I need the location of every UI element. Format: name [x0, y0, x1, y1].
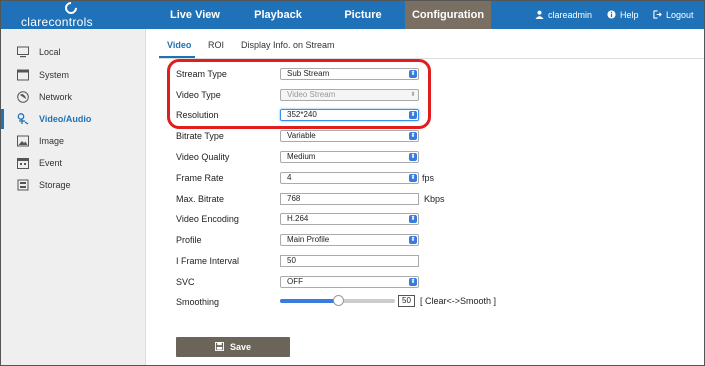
save-button[interactable]: Save — [176, 337, 290, 357]
max-bitrate-label: Max. Bitrate — [176, 194, 225, 204]
help-label: Help — [620, 10, 639, 20]
bitrate-type-value: Variable — [287, 131, 316, 140]
sidebar-item-label: Video/Audio — [39, 114, 92, 124]
tab-display-info[interactable]: Display Info. on Stream — [241, 40, 335, 56]
sidebar-item-label: System — [39, 70, 70, 80]
dropdown-arrow-icon: ⬍ — [409, 132, 417, 140]
save-icon — [214, 342, 224, 351]
video-encoding-value: H.264 — [287, 214, 309, 223]
brand-name: clarecontrols — [21, 15, 93, 29]
profile-select[interactable]: Main Profile ⬍ — [280, 234, 419, 246]
max-bitrate-unit: Kbps — [424, 194, 445, 204]
dropdown-arrow-icon: ⬍ — [409, 236, 417, 244]
svc-select[interactable]: OFF ⬍ — [280, 276, 419, 288]
nav-configuration[interactable]: Configuration — [405, 1, 491, 29]
storage-icon — [17, 179, 29, 191]
logout-icon — [653, 10, 662, 19]
sidebar-item-label: Local — [39, 47, 61, 57]
dropdown-arrow-icon: ⬍ — [409, 215, 417, 223]
smoothing-slider-fill — [280, 299, 338, 303]
svc-value: OFF — [287, 277, 303, 286]
video-quality-select[interactable]: Medium ⬍ — [280, 151, 419, 163]
svc-label: SVC — [176, 277, 195, 287]
sidebar-item-label: Storage — [39, 180, 71, 190]
tab-roi[interactable]: ROI — [208, 40, 224, 56]
smoothing-value[interactable]: 50 — [398, 295, 415, 307]
help-link[interactable]: Help — [607, 1, 639, 29]
video-quality-label: Video Quality — [176, 152, 230, 162]
info-icon — [607, 10, 616, 19]
sidebar-item-local[interactable]: Local — [1, 42, 146, 62]
video-encoding-select[interactable]: H.264 ⬍ — [280, 213, 419, 225]
top-navbar: clarecontrols Live View Playback Picture… — [1, 1, 704, 29]
bitrate-type-select[interactable]: Variable ⬍ — [280, 130, 419, 142]
dropdown-arrow-icon: ⬍ — [409, 153, 417, 161]
mic-icon — [17, 113, 29, 125]
tab-video[interactable]: Video — [167, 40, 191, 56]
window-icon — [17, 69, 29, 81]
brand-logo: clarecontrols — [1, 1, 146, 29]
app-window: clarecontrols Live View Playback Picture… — [0, 0, 705, 366]
sidebar-item-event[interactable]: Event — [1, 153, 146, 173]
i-frame-interval-input[interactable]: 50 — [280, 255, 419, 267]
logout-link[interactable]: Logout — [653, 1, 694, 29]
sidebar-item-label: Event — [39, 158, 63, 168]
smoothing-slider-thumb[interactable] — [332, 295, 344, 306]
frame-rate-value: 4 — [287, 173, 292, 182]
logout-label: Logout — [666, 10, 694, 20]
calendar-icon — [17, 158, 29, 169]
nav-picture[interactable]: Picture — [319, 1, 407, 29]
profile-value: Main Profile — [287, 235, 330, 244]
video-encoding-label: Video Encoding — [176, 214, 239, 224]
i-frame-interval-label: I Frame Interval — [176, 256, 240, 266]
dropdown-arrow-icon: ⬍ — [409, 278, 417, 286]
sidebar: Local System Network Video/Audio Image E… — [1, 29, 146, 365]
sidebar-item-label: Image — [39, 136, 65, 146]
video-quality-value: Medium — [287, 152, 316, 161]
frame-rate-label: Frame Rate — [176, 173, 224, 183]
sidebar-item-image[interactable]: Image — [1, 131, 146, 151]
logo-mark-icon — [62, 1, 80, 17]
nav-playback[interactable]: Playback — [239, 1, 317, 29]
dropdown-arrow-icon: ⬍ — [409, 174, 417, 182]
frame-rate-select[interactable]: 4 ⬍ — [280, 172, 419, 184]
nav-live-view[interactable]: Live View — [151, 1, 239, 29]
user-menu[interactable]: clareadmin — [535, 1, 592, 29]
user-name: clareadmin — [548, 10, 593, 20]
smoothing-hint: [ Clear<->Smooth ] — [420, 296, 497, 306]
user-icon — [535, 10, 544, 19]
highlight-annotation — [167, 59, 431, 129]
image-icon — [17, 135, 29, 147]
max-bitrate-input[interactable]: 768 — [280, 193, 419, 205]
profile-label: Profile — [176, 235, 202, 245]
sidebar-item-label: Network — [39, 92, 73, 102]
sidebar-item-storage[interactable]: Storage — [1, 175, 146, 195]
monitor-icon — [17, 46, 29, 58]
globe-icon — [17, 91, 29, 103]
save-label: Save — [229, 342, 252, 352]
sidebar-item-network[interactable]: Network — [1, 87, 146, 107]
sidebar-item-system[interactable]: System — [1, 65, 146, 85]
smoothing-label: Smoothing — [176, 297, 220, 307]
sidebar-item-video-audio[interactable]: Video/Audio — [1, 109, 146, 129]
bitrate-type-label: Bitrate Type — [176, 131, 224, 141]
frame-rate-unit: fps — [422, 173, 435, 183]
